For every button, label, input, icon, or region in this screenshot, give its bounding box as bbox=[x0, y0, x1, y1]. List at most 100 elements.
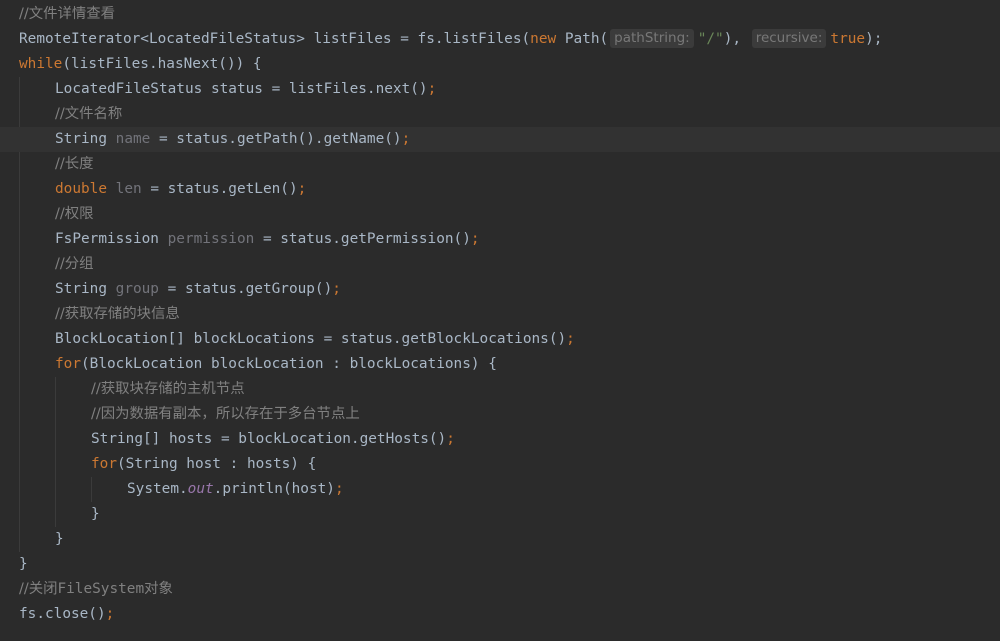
code-token: ; bbox=[470, 231, 480, 247]
code-text: double len = status.getLen(); bbox=[55, 177, 306, 202]
code-text: LocatedFileStatus status = listFiles.nex… bbox=[55, 77, 436, 102]
code-line[interactable]: //权限 bbox=[0, 202, 1000, 227]
code-token: name bbox=[115, 131, 151, 147]
code-line[interactable]: //获取存储的块信息 bbox=[0, 302, 1000, 327]
code-token: (BlockLocation blockLocation : blockLoca… bbox=[81, 356, 497, 372]
code-token: = status.getPermission() bbox=[254, 231, 471, 247]
code-text: FsPermission permission = status.getPerm… bbox=[55, 227, 480, 252]
code-token: } bbox=[19, 556, 28, 572]
code-token: for bbox=[55, 356, 81, 372]
code-token: for bbox=[91, 456, 117, 472]
code-text: //文件详情查看 bbox=[19, 2, 115, 27]
parameter-hint: recursive: bbox=[751, 29, 827, 48]
code-line[interactable]: } bbox=[0, 527, 1000, 552]
code-token: LocatedFileStatus status = listFiles.nex… bbox=[55, 81, 428, 97]
code-line[interactable]: //关闭FileSystem对象 bbox=[0, 577, 1000, 602]
code-token: FsPermission bbox=[55, 231, 168, 247]
code-token: out bbox=[187, 481, 214, 497]
code-line[interactable]: System.out.println(host); bbox=[0, 477, 1000, 502]
code-token: //分组 bbox=[55, 256, 94, 272]
code-line[interactable]: //获取块存储的主机节点 bbox=[0, 377, 1000, 402]
code-token: new bbox=[530, 31, 557, 47]
code-text: fs.close(); bbox=[19, 602, 114, 627]
code-token: ; bbox=[334, 481, 344, 497]
code-text: RemoteIterator<LocatedFileStatus> listFi… bbox=[19, 27, 882, 52]
code-token: BlockLocation[] blockLocations = status.… bbox=[55, 331, 567, 347]
code-token: (listFiles.hasNext()) { bbox=[62, 56, 262, 72]
code-text: //获取块存储的主机节点 bbox=[91, 377, 245, 402]
code-text: System.out.println(host); bbox=[127, 477, 344, 502]
code-line[interactable]: LocatedFileStatus status = listFiles.nex… bbox=[0, 77, 1000, 102]
code-token: fs.close() bbox=[19, 606, 106, 622]
code-token: ; bbox=[297, 181, 307, 197]
code-text: //关闭FileSystem对象 bbox=[19, 577, 173, 602]
code-text: //获取存储的块信息 bbox=[55, 302, 180, 327]
code-line[interactable]: double len = status.getLen(); bbox=[0, 177, 1000, 202]
code-text: } bbox=[55, 527, 64, 552]
code-token: RemoteIterator<LocatedFileStatus> listFi… bbox=[19, 31, 531, 47]
code-text: while(listFiles.hasNext()) { bbox=[19, 52, 262, 77]
code-token: } bbox=[91, 506, 100, 522]
code-text: String group = status.getGroup(); bbox=[55, 277, 341, 302]
code-text: } bbox=[91, 502, 100, 527]
code-text: for(String host : hosts) { bbox=[91, 452, 316, 477]
code-token: //权限 bbox=[55, 206, 94, 222]
code-text: } bbox=[19, 552, 28, 577]
code-token: //文件详情查看 bbox=[19, 6, 116, 22]
code-line[interactable]: String group = status.getGroup(); bbox=[0, 277, 1000, 302]
code-token: 对象 bbox=[144, 581, 173, 597]
code-token: String bbox=[55, 131, 116, 147]
code-token: ; bbox=[566, 331, 575, 347]
code-token: (String host : hosts) { bbox=[117, 456, 317, 472]
code-token: = status.getGroup() bbox=[158, 281, 333, 297]
code-token: //关闭 bbox=[19, 581, 58, 597]
code-token: String bbox=[55, 281, 116, 297]
code-token: FileSystem bbox=[57, 581, 145, 597]
code-line[interactable]: } bbox=[0, 552, 1000, 577]
code-token: } bbox=[55, 531, 64, 547]
code-line[interactable]: //文件名称 bbox=[0, 102, 1000, 127]
code-token: permission bbox=[167, 231, 255, 247]
code-line[interactable]: } bbox=[0, 502, 1000, 527]
code-text: //权限 bbox=[55, 202, 93, 227]
code-token: Path( bbox=[556, 31, 609, 47]
code-token: ; bbox=[446, 431, 455, 447]
code-token: = status.getLen() bbox=[141, 181, 298, 197]
code-line-current[interactable]: String name = status.getPath().getName()… bbox=[0, 127, 1000, 152]
code-token: String[] hosts = blockLocation.getHosts(… bbox=[91, 431, 447, 447]
code-token: System. bbox=[127, 481, 188, 497]
code-token: //获取存储的块信息 bbox=[55, 306, 180, 322]
code-line[interactable]: //因为数据有副本，所以存在于多台节点上 bbox=[0, 402, 1000, 427]
code-token: .println(host) bbox=[213, 481, 335, 497]
code-line[interactable]: //文件详情查看 bbox=[0, 2, 1000, 27]
code-line[interactable]: FsPermission permission = status.getPerm… bbox=[0, 227, 1000, 252]
code-line[interactable]: while(listFiles.hasNext()) { bbox=[0, 52, 1000, 77]
code-token: ; bbox=[105, 606, 115, 622]
code-token: ); bbox=[865, 31, 883, 47]
code-line[interactable]: RemoteIterator<LocatedFileStatus> listFi… bbox=[0, 27, 1000, 52]
code-line[interactable]: fs.close(); bbox=[0, 602, 1000, 627]
code-text: //长度 bbox=[55, 152, 93, 177]
code-token: double bbox=[55, 181, 107, 197]
code-line[interactable]: //长度 bbox=[0, 152, 1000, 177]
code-token: len bbox=[115, 181, 142, 197]
code-token: group bbox=[115, 281, 159, 297]
code-token: ), bbox=[723, 31, 750, 47]
code-token: ; bbox=[332, 281, 341, 297]
code-token: = status.getPath().getName() bbox=[150, 131, 402, 147]
parameter-hint: pathString: bbox=[610, 29, 694, 48]
code-line[interactable]: BlockLocation[] blockLocations = status.… bbox=[0, 327, 1000, 352]
code-text: String[] hosts = blockLocation.getHosts(… bbox=[91, 427, 455, 452]
code-line[interactable]: //分组 bbox=[0, 252, 1000, 277]
code-text: //分组 bbox=[55, 252, 93, 277]
code-text: String name = status.getPath().getName()… bbox=[55, 127, 410, 152]
code-editor[interactable]: //文件详情查看 RemoteIterator<LocatedFileStatus… bbox=[0, 0, 1000, 641]
code-line[interactable]: String[] hosts = blockLocation.getHosts(… bbox=[0, 427, 1000, 452]
code-token: ; bbox=[427, 81, 437, 97]
code-line[interactable]: for(BlockLocation blockLocation : blockL… bbox=[0, 352, 1000, 377]
code-token: "/" bbox=[697, 31, 724, 47]
code-line[interactable]: for(String host : hosts) { bbox=[0, 452, 1000, 477]
code-token: //获取块存储的主机节点 bbox=[91, 381, 245, 397]
code-token: //因为数据有副本，所以存在于多台节点上 bbox=[91, 406, 360, 422]
